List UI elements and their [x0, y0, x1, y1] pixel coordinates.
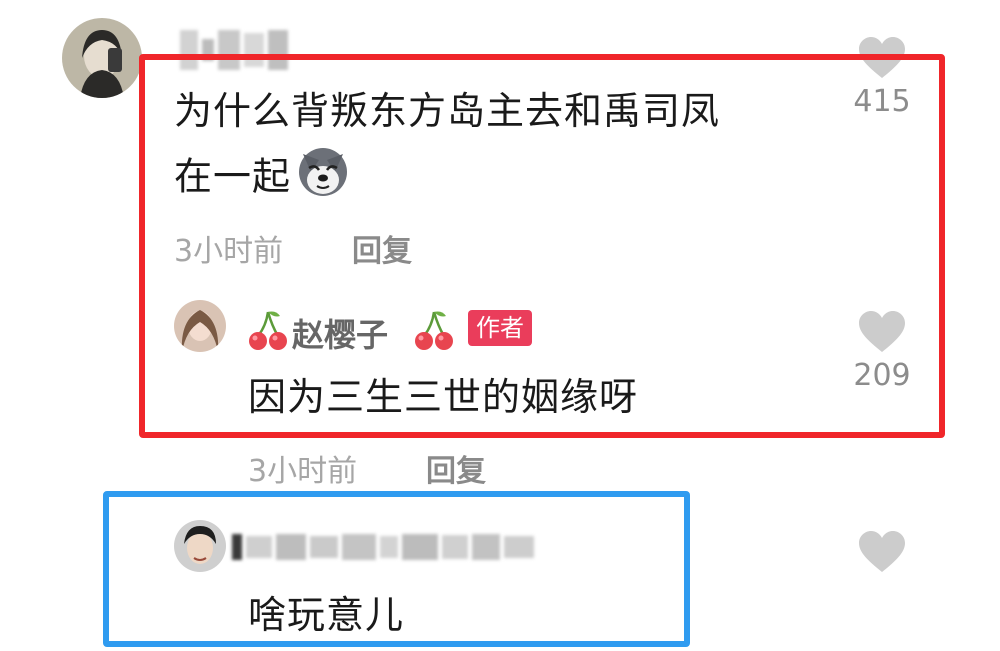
- comment-thread: 为什么背叛东方岛主去和禹司凤 在一起 3小时前 回复 415 赵樱子 作者 因为…: [0, 0, 1000, 651]
- reply-timestamp: 3小时前: [248, 454, 358, 489]
- heart-icon[interactable]: [857, 530, 907, 574]
- highlight-box-red: [139, 54, 945, 438]
- commenter-avatar[interactable]: [62, 18, 142, 98]
- second-reply-like: [842, 530, 922, 574]
- reply-reply-button[interactable]: 回复: [426, 446, 486, 490]
- highlight-box-blue: [103, 491, 690, 647]
